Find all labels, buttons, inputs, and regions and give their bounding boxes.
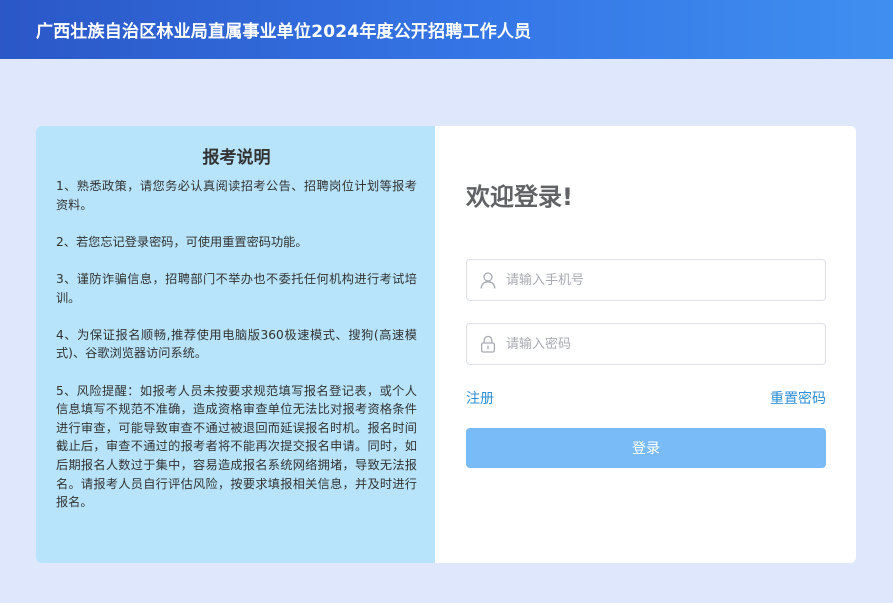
site-title: 广西壮族自治区林业局直属事业单位2024年度公开招聘工作人员 <box>36 22 532 42</box>
main-card: 报考说明 1、熟悉政策，请您务必认真阅读招考公告、招聘岗位计划等报考资料。 2、… <box>36 126 856 563</box>
reset-password-link[interactable]: 重置密码 <box>770 388 826 408</box>
lock-icon <box>480 335 496 353</box>
notes-item: 1、熟悉政策，请您务必认真阅读招考公告、招聘岗位计划等报考资料。 <box>56 179 417 212</box>
notes-title: 报考说明 <box>202 148 271 168</box>
notes-item: 5、风险提醒：如报考人员未按要求规范填写报名登记表，或个人信息填写不规范不准确，… <box>56 383 417 510</box>
register-link[interactable]: 注册 <box>466 388 494 408</box>
phone-field[interactable] <box>466 259 826 301</box>
login-button[interactable]: 登录 <box>466 428 826 468</box>
login-panel: 欢迎登录! 注册 重置密码 登录 <box>435 126 856 563</box>
notes-item: 3、谨防诈骗信息，招聘部门不举办也不委托任何机构进行考试培训。 <box>56 271 417 305</box>
notes-panel: 报考说明 1、熟悉政策，请您务必认真阅读招考公告、招聘岗位计划等报考资料。 2、… <box>36 126 435 563</box>
login-heading: 欢迎登录! <box>466 183 573 211</box>
top-header-bar: 广西壮族自治区林业局直属事业单位2024年度公开招聘工作人员 <box>0 0 893 59</box>
password-input[interactable] <box>506 336 806 352</box>
notes-item: 2、若您忘记登录密码，可使用重置密码功能。 <box>56 234 308 249</box>
user-icon <box>480 271 496 289</box>
phone-input[interactable] <box>506 272 806 288</box>
notes-list: 1、熟悉政策，请您务必认真阅读招考公告、招聘岗位计划等报考资料。 2、若您忘记登… <box>56 177 417 512</box>
notes-item: 4、为保证报名顺畅,推荐使用电脑版360极速模式、搜狗(高速模式)、谷歌浏览器访… <box>56 327 417 361</box>
password-field[interactable] <box>466 323 826 365</box>
